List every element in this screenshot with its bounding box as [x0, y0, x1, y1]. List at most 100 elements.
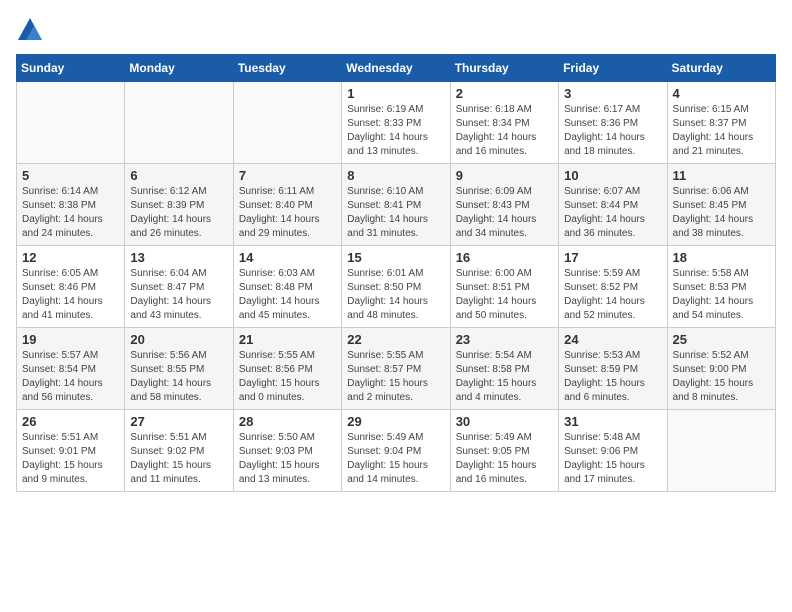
day-cell	[667, 410, 775, 492]
day-cell: 8 Sunrise: 6:10 AM Sunset: 8:41 PM Daylig…	[342, 164, 450, 246]
day-info: Sunrise: 6:11 AM Sunset: 8:40 PM Dayligh…	[239, 185, 336, 241]
day-info: Sunrise: 6:00 AM Sunset: 8:51 PM Dayligh…	[456, 267, 553, 323]
day-cell: 7 Sunrise: 6:11 AM Sunset: 8:40 PM Daylig…	[233, 164, 341, 246]
day-number: 17	[564, 250, 661, 265]
day-cell: 26Sunrise: 5:51 AM Sunset: 9:01 PM Dayli…	[17, 410, 125, 492]
day-info: Sunrise: 5:59 AM Sunset: 8:52 PM Dayligh…	[564, 267, 661, 323]
day-cell: 24 Sunrise: 5:53 AM Sunset: 8:59 PM Dayli…	[559, 328, 667, 410]
day-cell: 21 Sunrise: 5:55 AM Sunset: 8:56 PM Dayli…	[233, 328, 341, 410]
day-cell: 9 Sunrise: 6:09 AM Sunset: 8:43 PM Daylig…	[450, 164, 558, 246]
header-monday: Monday	[125, 55, 233, 82]
day-info: Sunrise: 5:56 AM Sunset: 8:55 PM Dayligh…	[130, 349, 227, 405]
day-number: 5	[22, 168, 119, 183]
header-sunday: Sunday	[17, 55, 125, 82]
day-info: Sunrise: 5:55 AM Sunset: 8:56 PM Dayligh…	[239, 349, 336, 405]
day-cell: 27Sunrise: 5:51 AM Sunset: 9:02 PM Dayli…	[125, 410, 233, 492]
day-info: Sunrise: 5:52 AM Sunset: 9:00 PM Dayligh…	[673, 349, 770, 405]
day-cell: 22 Sunrise: 5:55 AM Sunset: 8:57 PM Dayli…	[342, 328, 450, 410]
day-info: Sunrise: 5:49 AM Sunset: 9:05 PM Dayligh…	[456, 431, 553, 487]
day-info: Sunrise: 6:10 AM Sunset: 8:41 PM Dayligh…	[347, 185, 444, 241]
week-row-5: 26Sunrise: 5:51 AM Sunset: 9:01 PM Dayli…	[17, 410, 776, 492]
day-info: Sunrise: 6:14 AM Sunset: 8:38 PM Dayligh…	[22, 185, 119, 241]
day-number: 1	[347, 86, 444, 101]
day-cell	[17, 82, 125, 164]
day-number: 14	[239, 250, 336, 265]
day-info: Sunrise: 6:09 AM Sunset: 8:43 PM Dayligh…	[456, 185, 553, 241]
day-cell: 3 Sunrise: 6:17 AM Sunset: 8:36 PM Daylig…	[559, 82, 667, 164]
day-cell: 29Sunrise: 5:49 AM Sunset: 9:04 PM Dayli…	[342, 410, 450, 492]
day-cell: 13 Sunrise: 6:04 AM Sunset: 8:47 PM Dayli…	[125, 246, 233, 328]
header-wednesday: Wednesday	[342, 55, 450, 82]
day-info: Sunrise: 5:53 AM Sunset: 8:59 PM Dayligh…	[564, 349, 661, 405]
day-info: Sunrise: 5:58 AM Sunset: 8:53 PM Dayligh…	[673, 267, 770, 323]
day-cell: 14 Sunrise: 6:03 AM Sunset: 8:48 PM Dayli…	[233, 246, 341, 328]
day-info: Sunrise: 5:57 AM Sunset: 8:54 PM Dayligh…	[22, 349, 119, 405]
day-info: Sunrise: 5:50 AM Sunset: 9:03 PM Dayligh…	[239, 431, 336, 487]
day-number: 21	[239, 332, 336, 347]
day-info: Sunrise: 6:18 AM Sunset: 8:34 PM Dayligh…	[456, 103, 553, 159]
week-row-4: 19 Sunrise: 5:57 AM Sunset: 8:54 PM Dayli…	[17, 328, 776, 410]
day-cell: 23 Sunrise: 5:54 AM Sunset: 8:58 PM Dayli…	[450, 328, 558, 410]
day-number: 8	[347, 168, 444, 183]
day-cell: 10 Sunrise: 6:07 AM Sunset: 8:44 PM Dayli…	[559, 164, 667, 246]
day-number: 9	[456, 168, 553, 183]
day-number: 7	[239, 168, 336, 183]
day-number: 4	[673, 86, 770, 101]
day-info: Sunrise: 5:51 AM Sunset: 9:02 PM Dayligh…	[130, 431, 227, 487]
day-number: 11	[673, 168, 770, 183]
day-info: Sunrise: 6:17 AM Sunset: 8:36 PM Dayligh…	[564, 103, 661, 159]
day-number: 16	[456, 250, 553, 265]
day-number: 3	[564, 86, 661, 101]
day-cell: 15 Sunrise: 6:01 AM Sunset: 8:50 PM Dayli…	[342, 246, 450, 328]
day-info: Sunrise: 5:51 AM Sunset: 9:01 PM Dayligh…	[22, 431, 119, 487]
day-cell: 25 Sunrise: 5:52 AM Sunset: 9:00 PM Dayli…	[667, 328, 775, 410]
day-cell: 5 Sunrise: 6:14 AM Sunset: 8:38 PM Daylig…	[17, 164, 125, 246]
day-info: Sunrise: 6:01 AM Sunset: 8:50 PM Dayligh…	[347, 267, 444, 323]
day-number: 2	[456, 86, 553, 101]
day-number: 30	[456, 414, 553, 429]
day-number: 24	[564, 332, 661, 347]
day-cell: 17 Sunrise: 5:59 AM Sunset: 8:52 PM Dayli…	[559, 246, 667, 328]
day-cell	[125, 82, 233, 164]
day-cell: 19 Sunrise: 5:57 AM Sunset: 8:54 PM Dayli…	[17, 328, 125, 410]
day-cell: 16 Sunrise: 6:00 AM Sunset: 8:51 PM Dayli…	[450, 246, 558, 328]
day-cell: 28 Sunrise: 5:50 AM Sunset: 9:03 PM Dayli…	[233, 410, 341, 492]
day-cell: 12Sunrise: 6:05 AM Sunset: 8:46 PM Dayli…	[17, 246, 125, 328]
calendar-header-row: SundayMondayTuesdayWednesdayThursdayFrid…	[17, 55, 776, 82]
day-number: 15	[347, 250, 444, 265]
header-friday: Friday	[559, 55, 667, 82]
day-number: 10	[564, 168, 661, 183]
calendar-table: SundayMondayTuesdayWednesdayThursdayFrid…	[16, 54, 776, 492]
day-cell: 2 Sunrise: 6:18 AM Sunset: 8:34 PM Daylig…	[450, 82, 558, 164]
page-header	[16, 16, 776, 44]
day-info: Sunrise: 6:04 AM Sunset: 8:47 PM Dayligh…	[130, 267, 227, 323]
day-cell: 18 Sunrise: 5:58 AM Sunset: 8:53 PM Dayli…	[667, 246, 775, 328]
day-cell: 11 Sunrise: 6:06 AM Sunset: 8:45 PM Dayli…	[667, 164, 775, 246]
day-info: Sunrise: 6:06 AM Sunset: 8:45 PM Dayligh…	[673, 185, 770, 241]
day-cell: 6 Sunrise: 6:12 AM Sunset: 8:39 PM Daylig…	[125, 164, 233, 246]
header-thursday: Thursday	[450, 55, 558, 82]
day-number: 6	[130, 168, 227, 183]
day-cell: 4 Sunrise: 6:15 AM Sunset: 8:37 PM Daylig…	[667, 82, 775, 164]
day-info: Sunrise: 6:12 AM Sunset: 8:39 PM Dayligh…	[130, 185, 227, 241]
day-info: Sunrise: 5:54 AM Sunset: 8:58 PM Dayligh…	[456, 349, 553, 405]
day-cell: 31Sunrise: 5:48 AM Sunset: 9:06 PM Dayli…	[559, 410, 667, 492]
day-number: 31	[564, 414, 661, 429]
day-number: 18	[673, 250, 770, 265]
day-number: 13	[130, 250, 227, 265]
day-cell: 20Sunrise: 5:56 AM Sunset: 8:55 PM Dayli…	[125, 328, 233, 410]
day-info: Sunrise: 6:03 AM Sunset: 8:48 PM Dayligh…	[239, 267, 336, 323]
day-info: Sunrise: 6:15 AM Sunset: 8:37 PM Dayligh…	[673, 103, 770, 159]
day-info: Sunrise: 5:49 AM Sunset: 9:04 PM Dayligh…	[347, 431, 444, 487]
day-info: Sunrise: 6:07 AM Sunset: 8:44 PM Dayligh…	[564, 185, 661, 241]
day-number: 28	[239, 414, 336, 429]
day-number: 23	[456, 332, 553, 347]
day-cell	[233, 82, 341, 164]
header-tuesday: Tuesday	[233, 55, 341, 82]
day-info: Sunrise: 5:55 AM Sunset: 8:57 PM Dayligh…	[347, 349, 444, 405]
day-number: 19	[22, 332, 119, 347]
header-saturday: Saturday	[667, 55, 775, 82]
day-number: 25	[673, 332, 770, 347]
day-number: 22	[347, 332, 444, 347]
week-row-1: 1Sunrise: 6:19 AM Sunset: 8:33 PM Daylig…	[17, 82, 776, 164]
